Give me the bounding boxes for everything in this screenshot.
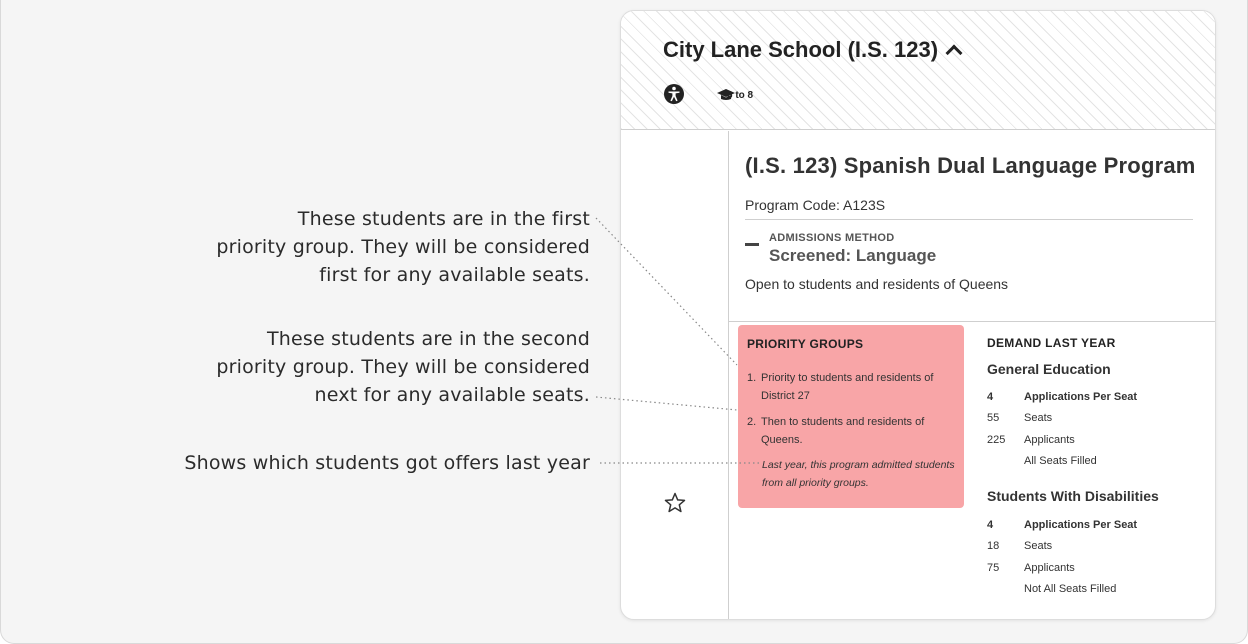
admissions-method-label: ADMISSIONS METHOD [769,232,895,244]
priority-group-item: 2. Then to students and residents of Que… [747,416,925,446]
annotation-offers: Shows which students got offers last yea… [184,452,590,474]
accessibility-icon [664,84,684,104]
general-education-heading: General Education [987,361,1111,377]
minus-icon[interactable] [745,243,759,246]
swd-apps-per-seat: 4 Applications Per Seat [987,519,1138,531]
annotation-first-priority: These students are in the first priority… [216,208,590,286]
admissions-method-value: Screened: Language [769,246,937,265]
chevron-up-icon[interactable] [945,44,963,62]
program-code: Program Code: A123S [745,197,886,213]
program-title: (I.S. 123) Spanish Dual Language Program [745,153,1196,178]
general-applicants: 225 Applicants [987,434,1075,446]
priority-groups-title: PRIORITY GROUPS [747,337,864,351]
divider [745,219,1193,220]
demand-title: DEMAND LAST YEAR [987,336,1116,350]
swd-status: Not All Seats Filled [1024,583,1117,595]
swd-seats: 18 Seats [987,540,1053,552]
general-status: All Seats Filled [1024,455,1097,467]
school-card: City Lane School (I.S. 123) 6 to 8 (I.S.… [620,10,1216,620]
annotation-second-priority: These students are in the second priorit… [216,328,590,406]
swd-applicants: 75 Applicants [987,562,1075,574]
priority-group-item: 1. Priority to students and residents of… [747,372,934,402]
general-seats: 55 Seats [987,412,1053,424]
priority-groups-note: Last year, this program admitted student… [762,459,955,489]
grade-range: 6 to 8 [727,90,754,101]
priority-groups-box: PRIORITY GROUPS 1. Priority to students … [738,325,964,508]
card-left-column [621,131,729,619]
divider [729,321,1215,322]
card-header[interactable]: City Lane School (I.S. 123) 6 to 8 [621,11,1215,130]
eligibility-text: Open to students and residents of Queens [745,276,1009,292]
star-icon[interactable] [663,491,687,515]
swd-heading: Students With Disabilities [987,488,1159,504]
school-title[interactable]: City Lane School (I.S. 123) [663,37,963,63]
general-apps-per-seat: 4 Applications Per Seat [987,391,1138,403]
